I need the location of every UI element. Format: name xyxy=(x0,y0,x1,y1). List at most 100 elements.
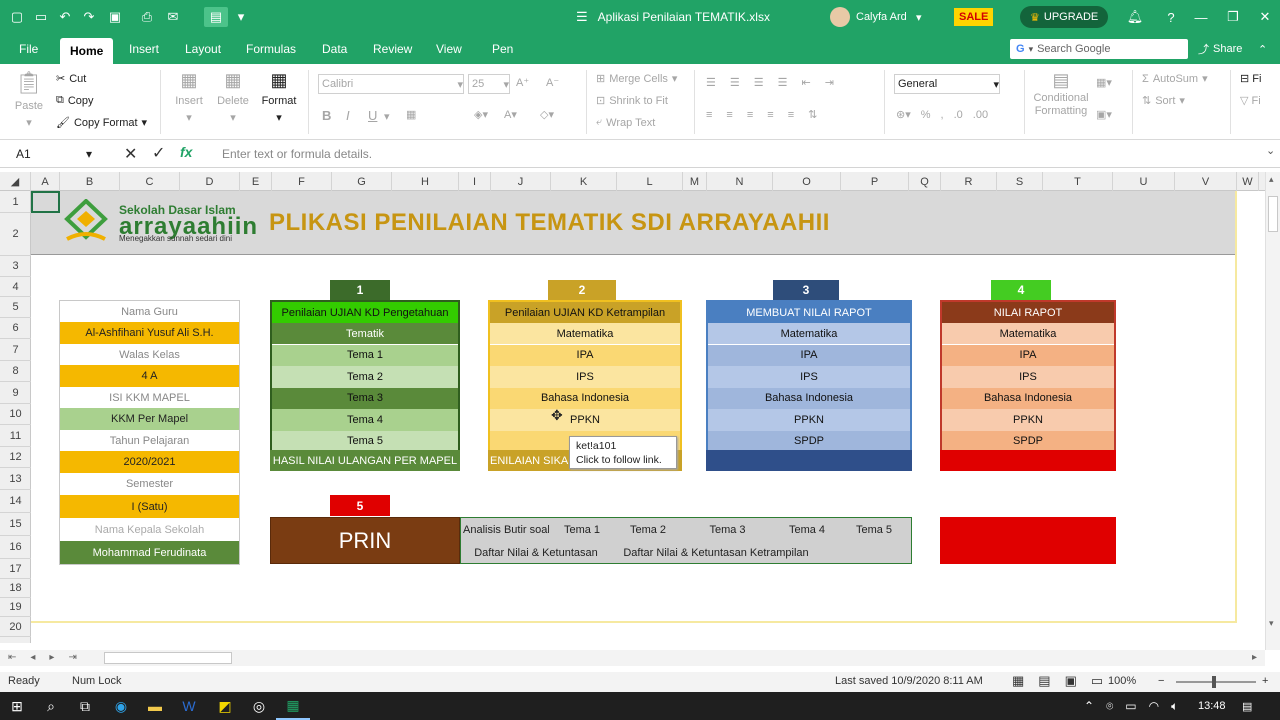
system-tray[interactable]: ⌃ ⌾ ▭ ◠ 🔈︎ xyxy=(1084,692,1178,720)
next-sheet-icon[interactable]: ▸ xyxy=(49,652,54,663)
prev-sheet-icon[interactable]: ◂ xyxy=(30,652,35,663)
tab-data[interactable]: Data xyxy=(322,34,347,64)
tray-chevron-icon[interactable]: ⌃ xyxy=(1084,699,1094,713)
sheet-nav[interactable]: ⇤ ◂ ▸ ⇥ xyxy=(8,652,77,663)
block5-link[interactable]: Tema 3 xyxy=(681,518,774,541)
zoom-slider-thumb[interactable] xyxy=(1212,676,1216,688)
block5-report-link[interactable]: Daftar Nilai & Ketuntasan Ketrampilan xyxy=(611,541,821,564)
column-header-o[interactable]: O xyxy=(773,172,841,191)
block4-item[interactable]: IPA xyxy=(942,344,1114,366)
block5-link[interactable]: Tema 4 xyxy=(774,518,840,541)
delete-cells-button[interactable]: ▦ Delete ▾ xyxy=(216,70,250,124)
column-header-q[interactable]: Q xyxy=(909,172,941,191)
reading-view-icon[interactable]: ▭ xyxy=(1091,673,1103,689)
block3-item[interactable]: IPA xyxy=(708,344,910,366)
vertical-align-group[interactable]: ☰ ☰ ☰ ☰ ⇤ ⇥ xyxy=(706,76,834,89)
tab-view[interactable]: View xyxy=(436,34,462,64)
row-header-5[interactable]: 5 xyxy=(0,297,31,318)
block1-item[interactable]: Tema 3 xyxy=(272,387,458,409)
block2-item[interactable]: Matematika xyxy=(490,323,680,344)
task-view-icon[interactable]: ⧉ xyxy=(68,692,102,720)
bold-icon[interactable]: B xyxy=(322,108,331,123)
sticky-notes-icon[interactable]: ◩ xyxy=(208,692,242,720)
block2-item[interactable]: PPKN xyxy=(490,409,680,431)
sheet-grid[interactable]: Sekolah Dasar Islam arrayaahiin Menegakk… xyxy=(31,191,1265,643)
font-name-select[interactable]: Calibri ▾ xyxy=(318,74,464,94)
column-header-f[interactable]: F xyxy=(272,172,332,191)
column-header-v[interactable]: V xyxy=(1175,172,1237,191)
tab-file[interactable]: File xyxy=(19,34,38,64)
column-header-a[interactable]: A xyxy=(31,172,60,191)
select-all[interactable]: ◢ xyxy=(0,172,31,191)
row-header-9[interactable]: 9 xyxy=(0,382,31,404)
avatar[interactable] xyxy=(830,7,850,27)
spreadsheet-app-icon[interactable]: ▦ xyxy=(276,692,310,720)
row-header-3[interactable]: 3 xyxy=(0,256,31,277)
expand-formula-icon[interactable]: ⌄ xyxy=(1266,144,1275,157)
copy-format-button[interactable]: 🖌︎ Copy Format ▾ xyxy=(56,116,147,130)
wifi-icon[interactable]: ◠ xyxy=(1149,699,1159,713)
tab-review[interactable]: Review xyxy=(373,34,412,64)
increase-decimal-icon[interactable]: .00 xyxy=(973,109,988,121)
column-header-r[interactable]: R xyxy=(941,172,997,191)
comma-icon[interactable]: , xyxy=(941,109,944,121)
distribute-icon[interactable]: ☰ xyxy=(778,76,788,89)
column-header-l[interactable]: L xyxy=(617,172,683,191)
column-header-m[interactable]: M xyxy=(683,172,707,191)
conditional-formatting-button[interactable]: ▤ Conditional Formatting xyxy=(1030,70,1092,117)
align-middle-icon[interactable]: ☰ xyxy=(730,76,740,89)
zoom-level[interactable]: 100% xyxy=(1108,675,1136,687)
shrink-font-icon[interactable]: A⁻ xyxy=(546,76,559,89)
block4-footer[interactable] xyxy=(940,450,1116,471)
number-buttons[interactable]: ⊛▾%, .0 .00 xyxy=(896,108,988,122)
shrink-to-fit-button[interactable]: ⊡ Shrink to Fit xyxy=(596,94,668,108)
page-layout-icon[interactable]: ▤ xyxy=(1038,673,1050,689)
name-box[interactable]: A1 ▾ xyxy=(16,140,92,168)
paste-special-icon[interactable]: ▤ xyxy=(204,7,228,27)
search-box[interactable]: G ▾ Search Google xyxy=(1010,39,1188,59)
row-header-6[interactable]: 6 xyxy=(0,318,31,339)
info-row[interactable]: KKM Per Mapel xyxy=(60,408,239,430)
first-sheet-icon[interactable]: ⇤ xyxy=(8,652,16,663)
zoom-in-icon[interactable]: + xyxy=(1262,675,1268,687)
distributed-icon[interactable]: ≡ xyxy=(788,109,794,121)
table-style-icon[interactable]: ▦▾ xyxy=(1096,76,1112,89)
redo-icon[interactable]: ↷ xyxy=(78,0,100,34)
block3-item[interactable]: IPS xyxy=(708,366,910,388)
mail-icon[interactable]: ✉ xyxy=(162,0,184,34)
tab-layout[interactable]: Layout xyxy=(185,34,221,64)
align-right-icon[interactable]: ≡ xyxy=(747,109,753,121)
merge-cells-button[interactable]: ⊞ Merge Cells ▾ xyxy=(596,72,677,86)
edge-icon[interactable]: ◉ xyxy=(104,692,138,720)
column-header-h[interactable]: H xyxy=(392,172,459,191)
minimize-icon[interactable]: — xyxy=(1190,0,1212,34)
clear-icon[interactable]: ◇▾ xyxy=(540,108,554,121)
font-size-select[interactable]: 25 ▾ xyxy=(468,74,510,94)
row-header-14[interactable]: 14 xyxy=(0,490,31,513)
copy-button[interactable]: ⧉ Copy xyxy=(56,94,94,107)
tab-pen[interactable]: Pen xyxy=(492,34,513,64)
wrap-text-button[interactable]: ⤶ Wrap Text xyxy=(596,116,655,129)
block2-item[interactable]: IPA xyxy=(490,344,680,366)
block3-footer[interactable] xyxy=(706,450,912,471)
block4-item[interactable]: PPKN xyxy=(942,409,1114,431)
horizontal-scrollbar[interactable]: ⇤ ◂ ▸ ⇥ ▸ xyxy=(0,650,1265,666)
borders-icon[interactable]: ▦ xyxy=(406,108,416,121)
insert-cells-button[interactable]: ▦ Insert ▾ xyxy=(172,70,206,124)
block3-item[interactable]: Matematika xyxy=(708,323,910,344)
percent-icon[interactable]: % xyxy=(921,109,931,121)
chevron-down-icon[interactable]: ▾ xyxy=(230,0,252,34)
zoom-out-icon[interactable]: − xyxy=(1158,675,1164,687)
column-header-d[interactable]: D xyxy=(180,172,240,191)
chrome-icon[interactable]: ◎ xyxy=(242,692,276,720)
column-header-e[interactable]: E xyxy=(240,172,272,191)
page-break-icon[interactable]: ▣ xyxy=(1065,673,1077,689)
block4-item[interactable]: Bahasa Indonesia xyxy=(942,387,1114,409)
block1-item[interactable]: Tema 5 xyxy=(272,430,458,452)
block5-link[interactable]: Analisis Butir soal xyxy=(461,518,549,541)
confirm-icon[interactable]: ✓ xyxy=(152,143,165,163)
open-folder-icon[interactable]: ▭ xyxy=(30,0,52,34)
decrease-decimal-icon[interactable]: .0 xyxy=(954,109,963,121)
indent-left-icon[interactable]: ⇤ xyxy=(802,76,811,89)
tab-home[interactable]: Home xyxy=(60,38,114,64)
